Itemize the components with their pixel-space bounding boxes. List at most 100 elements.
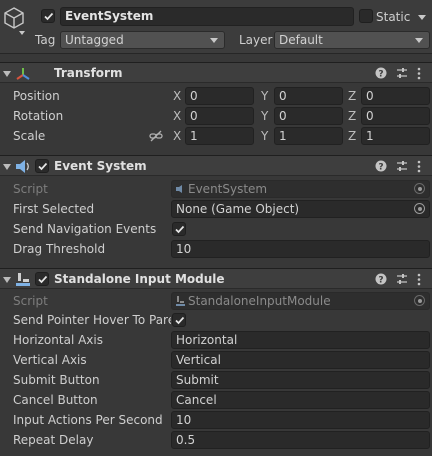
scale-z-axis[interactable]: Z <box>348 127 356 145</box>
layer-dropdown[interactable]: Default <box>274 31 430 49</box>
icon-dropdown-arrow[interactable] <box>19 31 25 35</box>
event-system-title: Event System <box>54 159 147 173</box>
sliders-icon[interactable] <box>396 160 408 175</box>
kebab-menu-icon[interactable] <box>417 67 421 83</box>
input-actions-label: Input Actions Per Second <box>13 413 163 427</box>
scale-y-axis[interactable]: Y <box>261 127 268 145</box>
static-dropdown-arrow[interactable] <box>418 15 426 20</box>
sliders-icon[interactable] <box>396 67 408 82</box>
event-system-header[interactable]: Event System ? <box>0 155 432 176</box>
input-module-enabled-checkbox[interactable] <box>35 272 49 286</box>
tag-dropdown[interactable]: Untagged <box>60 31 225 49</box>
input-module-script-value: StandaloneInputModule <box>188 294 331 308</box>
position-y-axis[interactable]: Y <box>261 87 268 105</box>
active-checkbox[interactable] <box>41 9 55 23</box>
foldout-arrow-icon[interactable] <box>3 164 11 170</box>
chevron-down-icon <box>415 38 423 43</box>
link-icon[interactable] <box>149 130 163 145</box>
gameobject-header: EventSystem Static Tag Untagged Layer De… <box>0 0 432 54</box>
input-module-script-label: Script <box>13 294 48 308</box>
rotation-x-axis[interactable]: X <box>173 107 181 125</box>
transform-title: Transform <box>54 66 123 80</box>
cancel-button-input[interactable]: Cancel <box>171 391 430 409</box>
layer-label: Layer <box>239 33 273 47</box>
event-system-script-field: EventSystem <box>171 180 430 198</box>
help-icon[interactable]: ? <box>375 160 387 175</box>
kebab-menu-icon[interactable] <box>417 273 421 289</box>
rotation-z-axis[interactable]: Z <box>348 107 356 125</box>
transform-header[interactable]: Transform ? <box>0 62 432 83</box>
event-system-script-value: EventSystem <box>188 182 268 196</box>
scale-y-input[interactable]: 1 <box>274 127 343 145</box>
drag-threshold-input[interactable]: 10 <box>171 240 430 258</box>
scale-z-input[interactable]: 1 <box>361 127 430 145</box>
target-icon <box>414 295 425 306</box>
send-hover-label: Send Pointer Hover To Pare <box>13 313 171 327</box>
scale-x-input[interactable]: 1 <box>185 127 254 145</box>
first-selected-value: None (Game Object) <box>176 202 300 216</box>
vertical-axis-input[interactable]: Vertical <box>171 351 430 369</box>
tag-label: Tag <box>35 33 56 47</box>
help-icon[interactable]: ? <box>375 273 387 288</box>
kebab-menu-icon[interactable] <box>417 160 421 176</box>
speaker-icon <box>15 159 31 177</box>
first-selected-field[interactable]: None (Game Object) <box>171 200 430 218</box>
rotation-label: Rotation <box>13 109 64 123</box>
send-hover-checkbox[interactable] <box>172 313 186 327</box>
input-module-title: Standalone Input Module <box>54 272 225 286</box>
input-actions-input[interactable]: 10 <box>171 411 430 429</box>
drag-threshold-label: Drag Threshold <box>13 242 106 256</box>
script-file-icon <box>176 294 185 306</box>
cancel-button-label: Cancel Button <box>13 393 98 407</box>
sliders-icon[interactable] <box>396 273 408 288</box>
target-icon <box>414 183 425 194</box>
submit-button-input[interactable]: Submit <box>171 371 430 389</box>
script-file-icon <box>176 182 185 193</box>
help-icon[interactable]: ? <box>375 67 387 82</box>
input-module-icon <box>15 272 31 290</box>
position-z-axis[interactable]: Z <box>348 87 356 105</box>
send-navigation-checkbox[interactable] <box>172 222 186 236</box>
cube-icon[interactable] <box>2 6 26 33</box>
rotation-z-input[interactable]: 0 <box>361 107 430 125</box>
layer-value: Default <box>279 33 323 47</box>
repeat-delay-input[interactable]: 0.5 <box>171 431 430 449</box>
gameobject-name-input[interactable]: EventSystem <box>60 7 354 26</box>
event-system-script-label: Script <box>13 182 48 196</box>
target-icon[interactable] <box>414 203 425 214</box>
first-selected-label: First Selected <box>13 202 95 216</box>
rotation-y-input[interactable]: 0 <box>274 107 343 125</box>
foldout-arrow-icon[interactable] <box>3 277 11 283</box>
horizontal-axis-input[interactable]: Horizontal <box>171 331 430 349</box>
foldout-arrow-icon[interactable] <box>3 71 11 77</box>
submit-button-label: Submit Button <box>13 373 100 387</box>
checkmark-icon <box>175 316 185 325</box>
svg-text:?: ? <box>378 162 383 172</box>
transform-axes-icon <box>15 66 31 85</box>
position-label: Position <box>13 89 60 103</box>
svg-text:?: ? <box>378 69 383 79</box>
horizontal-axis-label: Horizontal Axis <box>13 333 103 347</box>
static-label: Static <box>376 10 411 24</box>
scale-label: Scale <box>13 129 46 143</box>
tag-value: Untagged <box>65 33 124 47</box>
checkmark-icon <box>44 12 54 21</box>
checkmark-icon <box>38 162 48 171</box>
repeat-delay-label: Repeat Delay <box>13 433 94 447</box>
svg-text:?: ? <box>378 275 383 285</box>
scale-x-axis[interactable]: X <box>173 127 181 145</box>
input-module-header[interactable]: Standalone Input Module ? <box>0 268 432 289</box>
position-z-input[interactable]: 0 <box>361 87 430 105</box>
position-x-input[interactable]: 0 <box>185 87 254 105</box>
event-system-enabled-checkbox[interactable] <box>35 159 49 173</box>
input-module-script-field: StandaloneInputModule <box>171 292 430 310</box>
position-y-input[interactable]: 0 <box>274 87 343 105</box>
static-checkbox[interactable] <box>359 9 373 23</box>
chevron-down-icon <box>210 38 218 43</box>
rotation-x-input[interactable]: 0 <box>185 107 254 125</box>
checkmark-icon <box>38 275 48 284</box>
position-x-axis[interactable]: X <box>173 87 181 105</box>
checkmark-icon <box>175 225 185 234</box>
vertical-axis-label: Vertical Axis <box>13 353 87 367</box>
rotation-y-axis[interactable]: Y <box>261 107 268 125</box>
